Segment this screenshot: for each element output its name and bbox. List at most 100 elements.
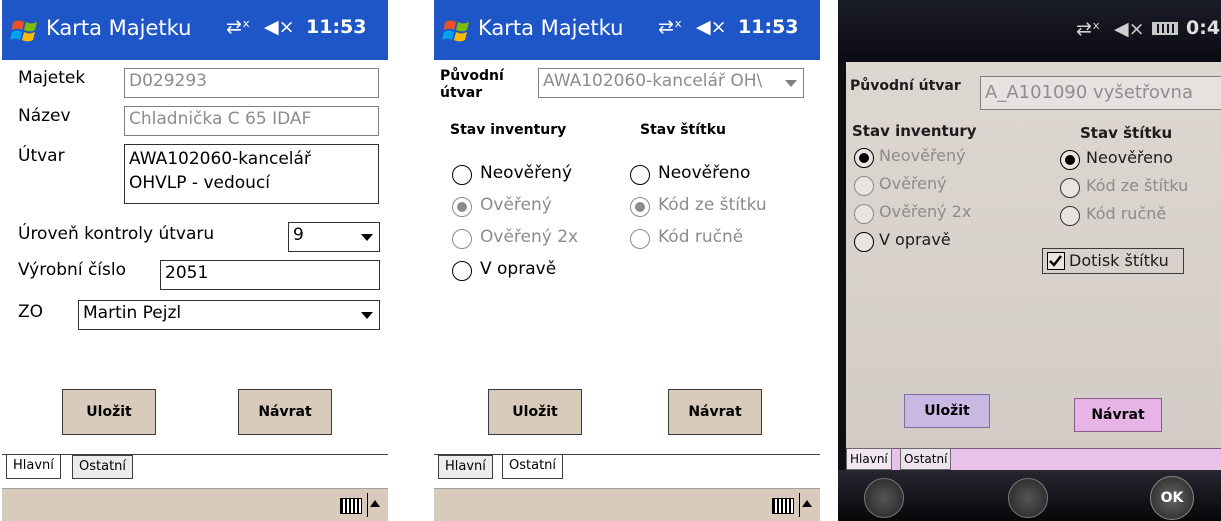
radio-neovereny[interactable] xyxy=(854,148,874,168)
chevron-down-icon[interactable] xyxy=(361,234,373,241)
radio-neovereno[interactable] xyxy=(1060,150,1080,170)
speaker-mute-icon[interactable]: ◀× xyxy=(1114,18,1145,40)
radio-label-overeny-2x: Ověřený 2x xyxy=(480,227,579,247)
radio-label-neovereny: Neověřený xyxy=(879,146,966,165)
app-title: Karta Majetku xyxy=(46,16,192,40)
save-button[interactable]: Uložit xyxy=(488,389,582,435)
radio-label-kod-rucne: Kód ručně xyxy=(1086,204,1167,223)
back-button[interactable]: Návrat xyxy=(1074,398,1162,432)
vyrobni-field[interactable]: 2051 xyxy=(160,260,380,290)
dotisk-checkbox-row[interactable]: Dotisk štítku xyxy=(1042,248,1184,274)
connectivity-icon[interactable]: ⇄ˣ xyxy=(658,16,682,38)
zo-value: Martin Pejzl xyxy=(83,303,182,323)
back-button[interactable]: Návrat xyxy=(238,389,332,435)
separator xyxy=(367,493,368,517)
radio-label-v-oprave: V opravě xyxy=(480,259,557,279)
radio-label-overeny-2x: Ověřený 2x xyxy=(879,202,972,221)
stav-inventury-header: Stav inventury xyxy=(852,122,977,140)
tab-strip: Hlavní Ostatní xyxy=(2,454,388,481)
radio-label-kod-ze-stitku: Kód ze štítku xyxy=(658,195,767,215)
radio-kod-rucne[interactable] xyxy=(630,229,650,249)
radio-kod-ze-stitku[interactable] xyxy=(1060,178,1080,198)
other-form: Původní útvar AWA102060-kancelář OH\ Sta… xyxy=(434,60,820,474)
radio-overeny-2x[interactable] xyxy=(854,204,874,224)
uroven-value: 9 xyxy=(293,225,304,245)
vyrobni-label: Výrobní číslo xyxy=(18,260,126,280)
command-bar xyxy=(2,488,388,521)
check-icon xyxy=(1049,255,1062,267)
screen-asset-card-other: Karta Majetku ⇄ˣ ◀× 11:53 Původní útvar … xyxy=(434,0,820,521)
nazev-label: Název xyxy=(18,106,71,126)
radio-label-kod-rucne: Kód ručně xyxy=(658,227,744,247)
chevron-down-icon[interactable] xyxy=(361,312,373,319)
tab-other[interactable]: Ostatní xyxy=(72,455,134,479)
title-bar: Karta Majetku ⇄ˣ ◀× 11:53 xyxy=(2,0,388,60)
puvodni-value: AWA102060-kancelář OH\ xyxy=(543,71,763,91)
app-title: Karta Majetku xyxy=(478,16,624,40)
zo-dropdown[interactable]: Martin Pejzl xyxy=(78,300,380,330)
command-bar xyxy=(434,488,820,521)
radio-overeny[interactable] xyxy=(452,197,472,217)
chevron-down-icon[interactable] xyxy=(785,80,797,87)
radio-neovereny[interactable] xyxy=(452,165,472,185)
radio-v-oprave[interactable] xyxy=(452,261,472,281)
radio-label-neovereno: Neověřeno xyxy=(1086,148,1173,167)
radio-overeny[interactable] xyxy=(854,176,874,196)
tab-strip: Hlavní Ostatní xyxy=(434,454,820,481)
radio-overeny-2x[interactable] xyxy=(452,229,472,249)
keyboard-icon[interactable] xyxy=(1008,478,1048,518)
puvodni-label: Původní útvar xyxy=(440,68,504,102)
tab-main[interactable]: Hlavní xyxy=(6,455,61,479)
sip-arrow-icon[interactable] xyxy=(802,500,812,507)
screen-device-photo: ⇄ˣ ◀× 0:4 Původní útvar A_A101090 vyšetř… xyxy=(838,0,1221,521)
stav-stitku-header: Stav štítku xyxy=(1080,124,1173,142)
windows-start-icon[interactable] xyxy=(10,16,40,46)
save-button[interactable]: Uložit xyxy=(62,389,156,435)
keyboard-icon[interactable] xyxy=(340,498,362,514)
radio-v-oprave[interactable] xyxy=(854,232,874,252)
dotisk-checkbox[interactable] xyxy=(1047,252,1065,270)
ok-button[interactable]: OK xyxy=(1150,476,1194,520)
clock[interactable]: 0:4 xyxy=(1186,17,1220,39)
puvodni-dropdown[interactable]: AWA102060-kancelář OH\ xyxy=(538,68,804,98)
back-button[interactable]: Návrat xyxy=(668,389,762,435)
zo-label: ZO xyxy=(18,302,44,322)
clock[interactable]: 11:53 xyxy=(306,16,366,38)
softkey-bar: OK xyxy=(838,470,1221,521)
sip-arrow-icon[interactable] xyxy=(370,500,380,507)
nazev-field[interactable]: Chladnička C 65 IDAF xyxy=(124,106,379,136)
photo-form: Původní útvar A_A101090 vyšetřovna Stav … xyxy=(846,62,1221,448)
uroven-label: Úroveň kontroly útvaru xyxy=(18,224,215,244)
connectivity-icon[interactable]: ⇄ˣ xyxy=(226,16,250,38)
puvodni-field[interactable]: A_A101090 vyšetřovna xyxy=(980,76,1221,110)
windows-start-icon[interactable] xyxy=(864,478,904,518)
save-button[interactable]: Uložit xyxy=(904,394,990,428)
connectivity-icon[interactable]: ⇄ˣ xyxy=(1076,18,1100,40)
radio-label-neovereny: Neověřený xyxy=(480,163,573,183)
puvodni-label-line1: Původní xyxy=(440,68,504,84)
utvar-value-line2: OHVLP - vedoucí xyxy=(129,173,271,193)
speaker-mute-icon[interactable]: ◀× xyxy=(696,16,727,38)
title-bar: ⇄ˣ ◀× 0:4 xyxy=(838,0,1221,62)
radio-label-overeny: Ověřený xyxy=(879,174,947,193)
windows-start-icon[interactable] xyxy=(442,16,472,46)
title-bar: Karta Majetku ⇄ˣ ◀× 11:53 xyxy=(434,0,820,60)
battery-icon[interactable] xyxy=(1152,22,1178,35)
utvar-label: Útvar xyxy=(18,146,65,166)
tab-main[interactable]: Hlavní xyxy=(846,448,892,470)
tab-other[interactable]: Ostatní xyxy=(502,455,564,479)
main-form: Majetek D029293 Název Chladnička C 65 ID… xyxy=(2,60,388,474)
keyboard-icon[interactable] xyxy=(772,498,794,514)
separator xyxy=(799,493,800,517)
radio-neovereno[interactable] xyxy=(630,165,650,185)
radio-kod-rucne[interactable] xyxy=(1060,206,1080,226)
tab-main[interactable]: Hlavní xyxy=(438,455,493,479)
utvar-field[interactable]: AWA102060-kancelář OHVLP - vedoucí xyxy=(124,144,379,204)
clock[interactable]: 11:53 xyxy=(738,16,798,38)
puvodni-label-line2: útvar xyxy=(440,85,483,101)
radio-kod-ze-stitku[interactable] xyxy=(630,197,650,217)
uroven-dropdown[interactable]: 9 xyxy=(288,222,380,252)
speaker-mute-icon[interactable]: ◀× xyxy=(264,16,295,38)
tab-other[interactable]: Ostatní xyxy=(900,448,952,470)
majetek-field[interactable]: D029293 xyxy=(124,68,379,98)
